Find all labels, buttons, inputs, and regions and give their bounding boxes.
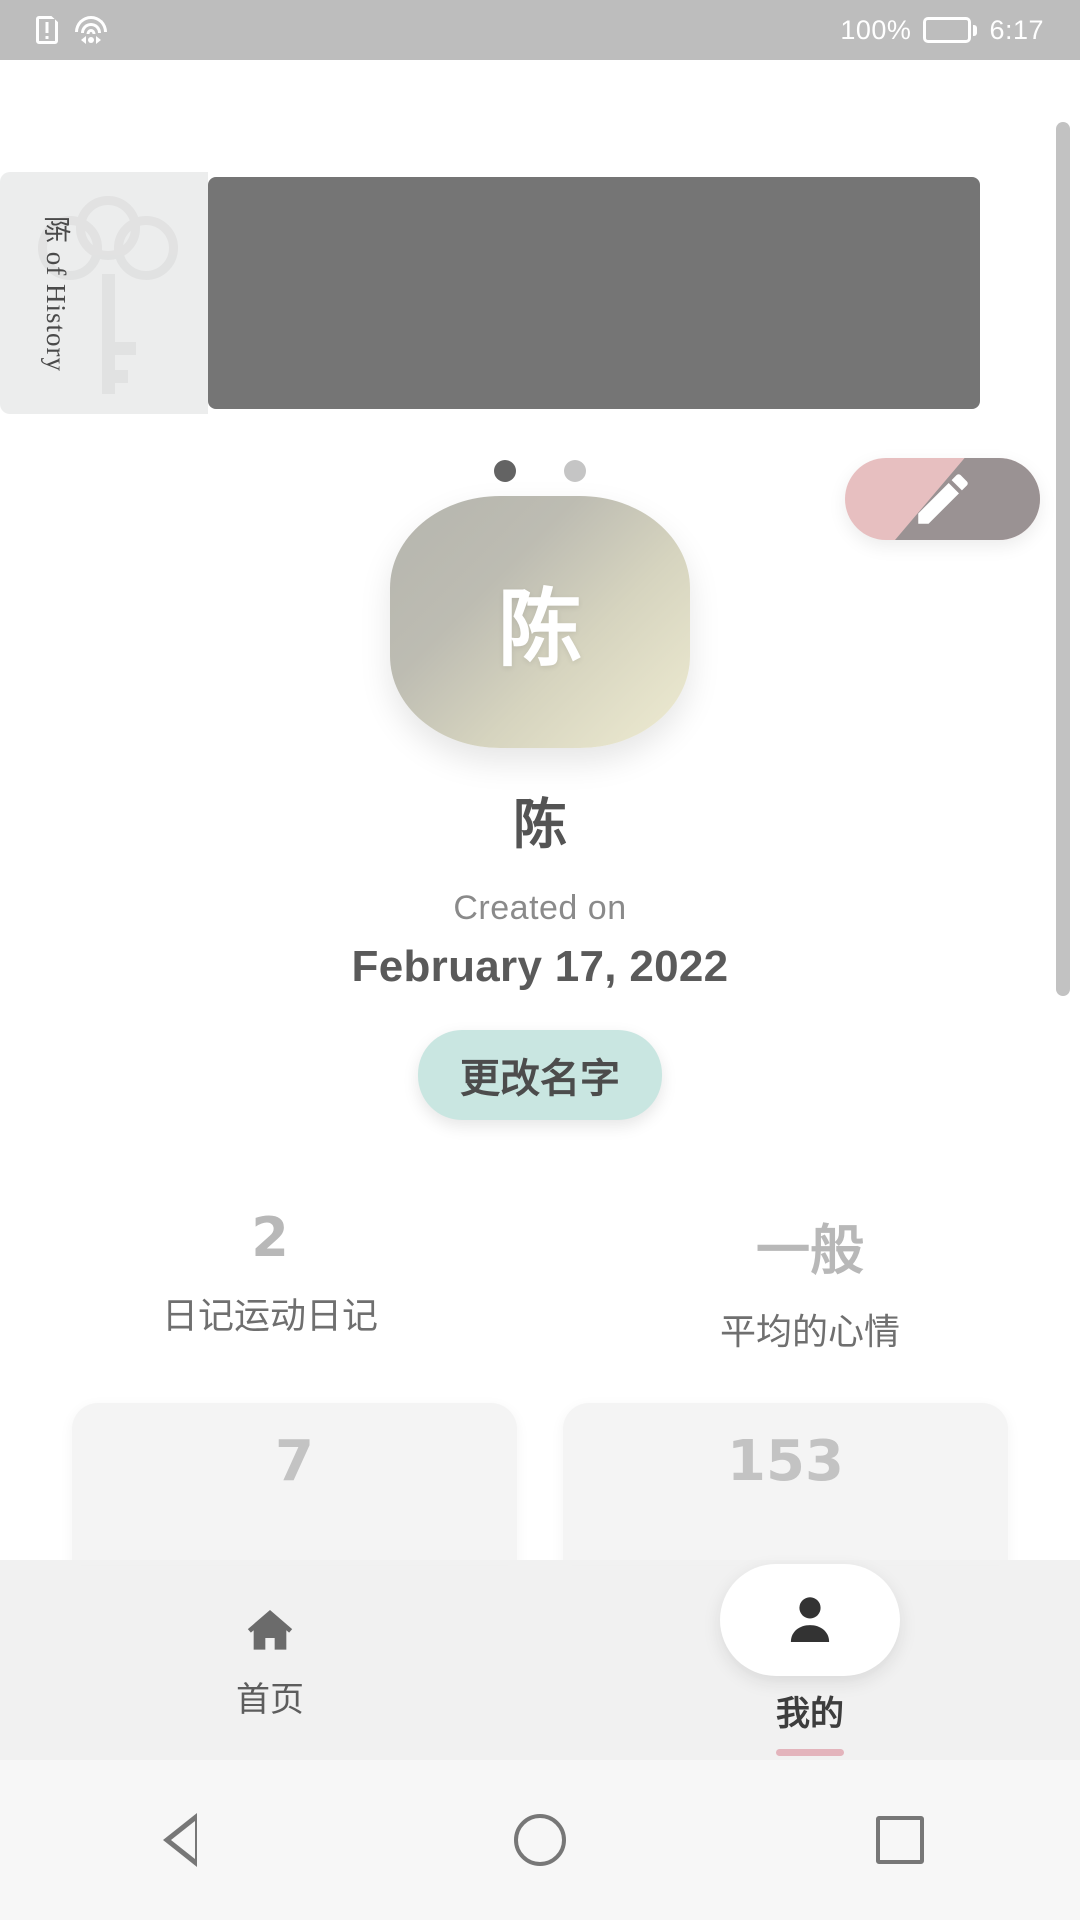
person-icon xyxy=(790,1597,830,1642)
carousel-dot-1[interactable] xyxy=(494,460,516,482)
android-back-button[interactable] xyxy=(120,1780,240,1900)
battery-icon xyxy=(923,17,978,43)
back-triangle-icon xyxy=(163,1813,197,1867)
info-card-value: 153 xyxy=(727,1429,844,1494)
android-home-button[interactable] xyxy=(480,1780,600,1900)
created-on-label: Created on xyxy=(453,889,627,927)
home-circle-icon xyxy=(514,1814,566,1866)
nav-active-indicator xyxy=(776,1749,844,1756)
nav-label-mine: 我的 xyxy=(776,1694,844,1734)
status-bar-left-icons xyxy=(36,16,108,44)
phone-screen: 100% 6:17 陈 of History 陈 陈 Created on Fe… xyxy=(0,0,1080,1920)
home-icon xyxy=(234,1600,306,1662)
profile-name: 陈 xyxy=(513,793,567,856)
stat-label: 日记运动日记 xyxy=(161,1296,378,1337)
change-name-button[interactable]: 更改名字 xyxy=(418,1030,662,1120)
stat-average-mood: 一般 平均的心情 xyxy=(540,1206,1080,1355)
android-recents-button[interactable] xyxy=(840,1780,960,1900)
rename-button-row: 更改名字 xyxy=(0,1030,1080,1120)
wifi-icon xyxy=(74,16,108,44)
status-bar-right-icons: 100% 6:17 xyxy=(840,15,1044,46)
nav-item-mine[interactable]: 我的 xyxy=(540,1564,1080,1756)
vertical-scrollbar[interactable] xyxy=(1056,122,1070,996)
document-alert-icon xyxy=(36,16,58,44)
pencil-icon xyxy=(917,474,968,524)
avatar[interactable]: 陈 xyxy=(390,496,690,748)
carousel-dot-2[interactable] xyxy=(564,460,586,482)
edit-profile-button[interactable] xyxy=(845,458,1040,540)
nav-item-home[interactable]: 首页 xyxy=(0,1600,540,1721)
android-system-nav xyxy=(0,1760,1080,1920)
stat-value: 一般 xyxy=(756,1219,864,1282)
banner-image-overlay xyxy=(208,177,980,409)
banner-vertical-title: 陈 of History xyxy=(41,216,71,372)
nav-label-home: 首页 xyxy=(236,1679,304,1720)
status-bar: 100% 6:17 xyxy=(0,0,1080,60)
banner-carousel[interactable]: 陈 of History xyxy=(0,172,1080,414)
stat-value: 2 xyxy=(251,1206,289,1269)
nav-active-pill[interactable] xyxy=(720,1564,900,1676)
info-card-value: 7 xyxy=(275,1429,314,1494)
created-on-date: February 17, 2022 xyxy=(351,942,729,991)
stats-row: 2 日记运动日记 一般 平均的心情 xyxy=(0,1206,1080,1355)
banner-card[interactable]: 陈 of History xyxy=(0,172,208,414)
battery-percent-label: 100% xyxy=(840,14,912,45)
recents-square-icon xyxy=(876,1816,924,1864)
avatar-initial: 陈 xyxy=(497,579,582,678)
stat-label: 平均的心情 xyxy=(719,1312,900,1353)
stat-diary-count: 2 日记运动日记 xyxy=(0,1206,540,1355)
clock-label: 6:17 xyxy=(989,14,1044,45)
bottom-navigation-bar: 首页 我的 xyxy=(0,1560,1080,1760)
